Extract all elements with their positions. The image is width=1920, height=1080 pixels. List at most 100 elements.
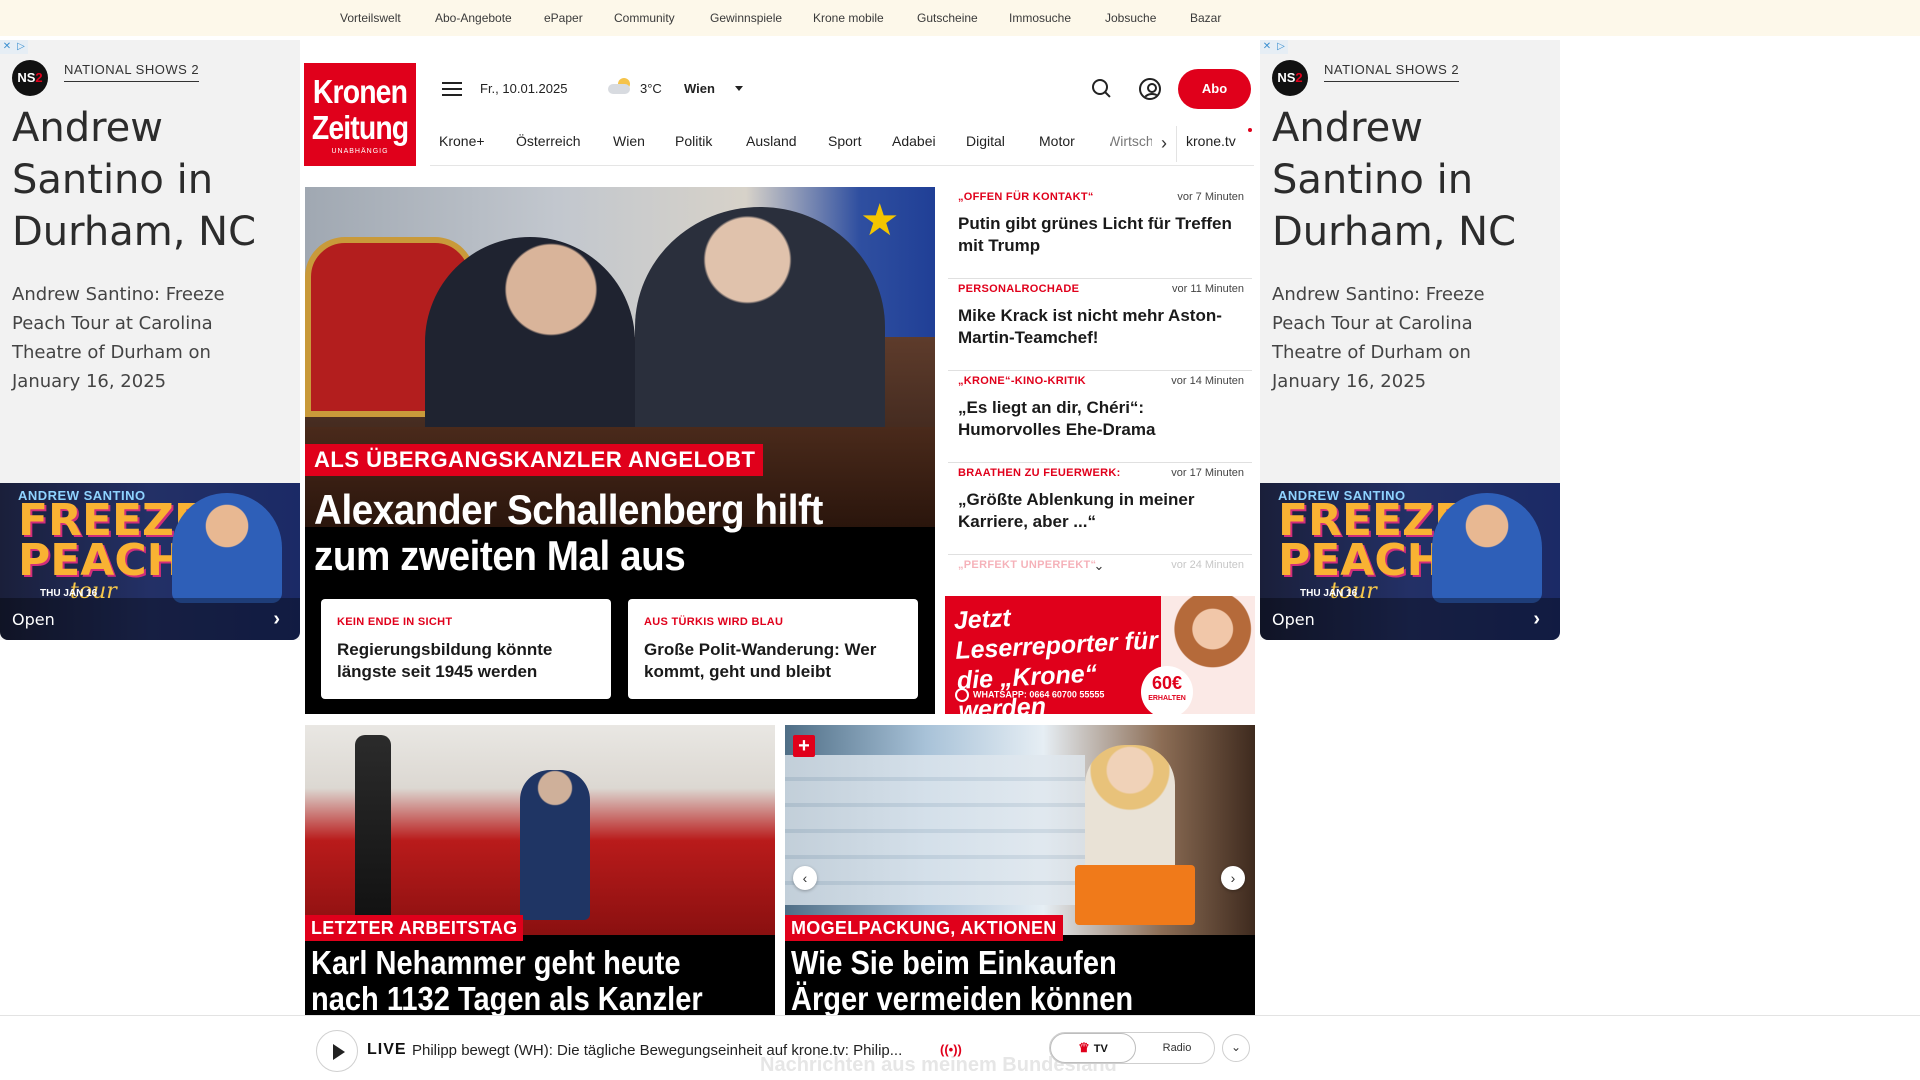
- adchoices-badge[interactable]: ✕ ▷: [1260, 40, 1288, 54]
- nav-item-sport[interactable]: Sport: [828, 133, 861, 149]
- nav-item-krone-tv[interactable]: krone.tv: [1186, 133, 1236, 149]
- ticker-item[interactable]: PERSONALROCHADE vor 11 Minuten Mike Krac…: [948, 279, 1252, 371]
- subcard-kicker: KEIN ENDE IN SICHT: [337, 616, 453, 628]
- topbar-link-immosuche[interactable]: Immosuche: [1009, 11, 1071, 25]
- ad-open-button[interactable]: Open: [12, 610, 55, 629]
- topbar-link-community[interactable]: Community: [614, 11, 675, 25]
- radio-toggle-button[interactable]: Radio: [1140, 1033, 1214, 1063]
- ticker-title[interactable]: Mike Krack ist nicht mehr Aston-Martin-T…: [958, 305, 1242, 349]
- topbar-link-gewinnspiele[interactable]: Gewinnspiele: [710, 11, 782, 25]
- close-ad-icon[interactable]: ✕: [1261, 41, 1273, 53]
- ad-banner[interactable]: ANDREW SANTINO FREEZE PEACH tour THU JAN…: [0, 483, 300, 640]
- reward-badge: 60€ ERHALTEN: [1141, 666, 1193, 714]
- now-playing-title[interactable]: Philipp bewegt (WH): Die tägliche Bewegu…: [412, 1042, 902, 1059]
- ticker-title[interactable]: Putin gibt grünes Licht für Treffen mit …: [958, 213, 1242, 257]
- story-photo[interactable]: [785, 725, 1255, 935]
- ticker-title[interactable]: „Es liegt an dir, Chéri“: Humorvolles Eh…: [958, 397, 1242, 441]
- abo-button[interactable]: Abo: [1178, 69, 1251, 109]
- story-photo[interactable]: [305, 725, 775, 935]
- ad-banner-photo: [1432, 493, 1542, 603]
- nav-item-wien[interactable]: Wien: [613, 133, 645, 149]
- story-card[interactable]: LETZTER ARBEITSTAG Karl Nehammer geht he…: [305, 725, 775, 1015]
- ticker-item[interactable]: BRAATHEN ZU FEUERWERK: vor 17 Minuten „G…: [948, 463, 1252, 555]
- carousel-next-icon[interactable]: ›: [1221, 866, 1245, 890]
- reward-label: ERHALTEN: [1148, 695, 1186, 702]
- weather-cloudy-icon: [608, 78, 634, 94]
- nav-scroll-right-icon[interactable]: ›: [1152, 130, 1176, 158]
- subcard-title[interactable]: Große Polit-Wanderung: Wer kommt, geht u…: [644, 639, 906, 683]
- nav-item-digital[interactable]: Digital: [966, 133, 1005, 149]
- topbar-link-jobsuche[interactable]: Jobsuche: [1105, 11, 1156, 25]
- topbar-link-gutscheine[interactable]: Gutscheine: [917, 11, 978, 25]
- krone-logo[interactable]: Kronen Zeitung UNABHÄNGIG: [304, 63, 416, 166]
- news-ticker: „OFFEN FÜR KONTAKT“ vor 7 Minuten Putin …: [948, 187, 1252, 577]
- chevron-down-icon[interactable]: ⌄: [1091, 558, 1107, 573]
- topbar-link-epaper[interactable]: ePaper: [544, 11, 583, 25]
- side-ad-right[interactable]: ✕ ▷ NS2 NATIONAL SHOWS 2 Andrew Santino …: [1260, 40, 1560, 640]
- ad-description: Andrew Santino: Freeze Peach Tour at Car…: [12, 284, 225, 392]
- tv-radio-toggle: ♛ TV Radio: [1049, 1032, 1215, 1064]
- chevron-right-icon[interactable]: ›: [1533, 608, 1540, 631]
- ad-open-button[interactable]: Open: [1272, 610, 1315, 629]
- story-title[interactable]: Wie Sie beim Einkaufen Ärger vermeiden k…: [791, 945, 1205, 1016]
- hero-subcard[interactable]: AUS TÜRKIS WIRD BLAU Große Polit-Wanderu…: [628, 599, 918, 699]
- nav-item-adabei[interactable]: Adabei: [892, 133, 936, 149]
- advertiser-name[interactable]: NATIONAL SHOWS 2: [1324, 62, 1460, 82]
- whatsapp-contact: WHATSAPP: 0664 60700 55555: [955, 688, 1104, 702]
- carousel-prev-icon[interactable]: ‹: [793, 866, 817, 890]
- chevron-right-icon[interactable]: ›: [273, 608, 280, 631]
- city-selector[interactable]: Wien: [684, 81, 715, 96]
- hero-kicker: ALS ÜBERGANGSKANZLER ANGELOBT: [305, 444, 764, 476]
- close-ad-icon[interactable]: ✕: [1, 41, 13, 53]
- ticker-kicker: PERSONALROCHADE: [958, 283, 1080, 295]
- crown-icon: ♛: [1078, 1040, 1090, 1055]
- topbar-link-krone-mobile[interactable]: Krone mobile: [813, 11, 884, 25]
- hero-title[interactable]: Alexander Schallenberg hilft zum zweiten…: [314, 487, 875, 579]
- top-service-bar: Vorteilswelt Abo-Angebote ePaper Communi…: [0, 0, 1920, 36]
- ticker-time: vor 14 Minuten: [1171, 375, 1244, 387]
- nav-item-ausland[interactable]: Ausland: [746, 133, 797, 149]
- leserreporter-ad[interactable]: Jetzt Leserreporter für die „Krone“ werd…: [945, 596, 1255, 714]
- play-icon[interactable]: [316, 1030, 358, 1072]
- nav-item-krone-plus[interactable]: Krone+: [439, 133, 485, 149]
- tv-toggle-button[interactable]: ♛ TV: [1050, 1033, 1136, 1063]
- side-ad-left[interactable]: ✕ ▷ NS2 NATIONAL SHOWS 2 Andrew Santino …: [0, 40, 300, 640]
- ad-headline[interactable]: Andrew Santino in Durham, NC: [12, 102, 292, 258]
- ticker-title[interactable]: „Größte Ablenkung in meiner Karriere, ab…: [958, 489, 1242, 533]
- logo-tagline: UNABHÄNGIG: [331, 148, 389, 155]
- expand-player-icon[interactable]: ⌄: [1222, 1034, 1250, 1062]
- topbar-link-vorteilswelt[interactable]: Vorteilswelt: [340, 11, 401, 25]
- hero-story[interactable]: ★ ALS ÜBERGANGSKANZLER ANGELOBT Alexande…: [305, 187, 935, 714]
- user-account-icon[interactable]: [1139, 78, 1161, 100]
- broadcast-icon: ((•)): [940, 1042, 962, 1057]
- menu-icon[interactable]: [442, 82, 462, 96]
- adchoices-icon[interactable]: ▷: [1275, 41, 1287, 53]
- search-icon[interactable]: [1092, 79, 1112, 99]
- ticker-time: vor 7 Minuten: [1177, 191, 1244, 203]
- topbar-link-bazar[interactable]: Bazar: [1190, 11, 1221, 25]
- story-title[interactable]: Karl Nehammer geht heute nach 1132 Tagen…: [311, 945, 725, 1016]
- ad-headline[interactable]: Andrew Santino in Durham, NC: [1272, 102, 1552, 258]
- hero-subcard[interactable]: KEIN ENDE IN SICHT Regierungsbildung kön…: [321, 599, 611, 699]
- nav-item-motor[interactable]: Motor: [1039, 133, 1075, 149]
- reward-amount: 60€: [1151, 673, 1183, 693]
- adchoices-badge[interactable]: ✕ ▷: [0, 40, 28, 54]
- adchoices-icon[interactable]: ▷: [15, 41, 27, 53]
- nav-item-oesterreich[interactable]: Österreich: [516, 133, 581, 149]
- live-player-bar: Nachrichten aus meinem Bundesland LIVE P…: [0, 1015, 1920, 1080]
- ticker-item[interactable]: „OFFEN FÜR KONTAKT“ vor 7 Minuten Putin …: [948, 187, 1252, 279]
- story-kicker: MOGELPACKUNG, AKTIONEN: [785, 915, 1063, 941]
- topbar-link-abo-angebote[interactable]: Abo-Angebote: [435, 11, 512, 25]
- current-date: Fr., 10.01.2025: [480, 81, 568, 96]
- story-card[interactable]: + ‹ › MOGELPACKUNG, AKTIONEN Wie Sie bei…: [785, 725, 1255, 1015]
- ticker-time: vor 11 Minuten: [1172, 283, 1244, 295]
- nav-item-politik[interactable]: Politik: [675, 133, 712, 149]
- ad-banner[interactable]: ANDREW SANTINO FREEZE PEACH tour THU JAN…: [1260, 483, 1560, 640]
- subcard-title[interactable]: Regierungsbildung könnte längste seit 19…: [337, 639, 599, 683]
- ticker-item[interactable]: „KRONE“-KINO-KRITIK vor 14 Minuten „Es l…: [948, 371, 1252, 463]
- ticker-time: vor 17 Minuten: [1171, 467, 1244, 479]
- advertiser-name[interactable]: NATIONAL SHOWS 2: [64, 62, 200, 82]
- eu-flag-star: ★: [860, 196, 900, 245]
- hero-photo[interactable]: ★: [305, 187, 935, 527]
- caret-down-icon[interactable]: [735, 86, 743, 91]
